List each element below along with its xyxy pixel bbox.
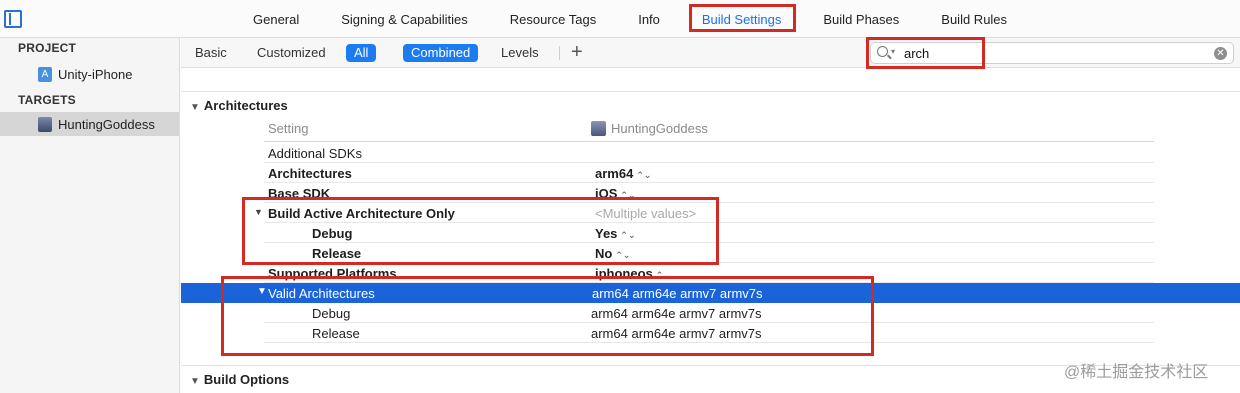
popup-stepper-icon: ⌃⌄ — [655, 270, 671, 280]
setting-row-active-arch-release[interactable]: Release No ⌃⌄ — [264, 243, 1154, 263]
setting-value: arm64 arm64e armv7 armv7s — [591, 306, 762, 321]
sidebar-toggle-icon[interactable] — [4, 10, 22, 28]
tab-build-phases[interactable]: Build Phases — [802, 12, 920, 27]
target-app-icon — [38, 116, 52, 132]
app-project-icon: A — [38, 66, 52, 82]
sidebar-item-label: Unity-iPhone — [58, 66, 133, 82]
editor-tab-bar: General Signing & Capabilities Resource … — [0, 0, 1240, 38]
group-architectures[interactable]: ▼ Architectures — [190, 98, 288, 113]
disclosure-down-icon: ▼ — [190, 376, 200, 387]
sidebar-item-target[interactable]: HuntingGoddess — [0, 112, 179, 136]
filter-divider — [559, 46, 560, 60]
setting-row-active-arch-debug[interactable]: Debug Yes ⌃⌄ — [264, 223, 1154, 243]
clear-search-icon[interactable]: ✕ — [1214, 47, 1227, 60]
setting-name: Valid Architectures — [268, 286, 375, 301]
popup-stepper-icon: ⌃⌄ — [620, 190, 636, 200]
setting-row-supported-platforms[interactable]: Supported Platforms iphoneos ⌃⌄ — [264, 263, 1154, 283]
setting-value: arm64 arm64e armv7 armv7s — [592, 286, 763, 301]
setting-name: Release — [312, 326, 360, 341]
setting-row-valid-arch-release[interactable]: Release arm64 arm64e armv7 armv7s — [264, 323, 1154, 343]
group-build-options[interactable]: ▼ Build Options — [190, 372, 289, 387]
filter-levels-button[interactable]: Levels — [501, 44, 539, 62]
group-title: Build Options — [203, 372, 290, 387]
tabs: General Signing & Capabilities Resource … — [232, 0, 1028, 38]
filter-customized-button[interactable]: Customized — [257, 44, 326, 62]
tab-info[interactable]: Info — [617, 12, 681, 27]
filter-basic-button[interactable]: Basic — [195, 44, 227, 62]
add-setting-button[interactable]: + — [571, 41, 583, 63]
column-target: HuntingGoddess — [591, 121, 708, 136]
setting-row-valid-arch-debug[interactable]: Debug arm64 arm64e armv7 armv7s — [264, 303, 1154, 323]
disclosure-down-icon: ▼ — [190, 102, 200, 113]
tab-build-settings[interactable]: Build Settings — [681, 12, 803, 27]
popup-stepper-icon: ⌃⌄ — [620, 230, 636, 240]
setting-value: arm64 arm64e armv7 armv7s — [591, 326, 762, 341]
filter-all-button[interactable]: All — [346, 44, 377, 62]
setting-value[interactable]: No ⌃⌄ — [595, 246, 630, 261]
build-settings-table: ▼ Architectures Setting HuntingGoddess Ad… — [181, 69, 1240, 393]
setting-value[interactable]: arm64 ⌃⌄ — [595, 166, 651, 181]
setting-value[interactable]: iphoneos ⌃⌄ — [595, 266, 671, 281]
setting-name: Base SDK — [268, 186, 331, 201]
sidebar-item-project[interactable]: A Unity-iPhone — [0, 62, 179, 86]
tab-resource-tags[interactable]: Resource Tags — [489, 12, 617, 27]
watermark: @稀土掘金技术社区 — [1064, 364, 1209, 381]
setting-name: Release — [312, 246, 362, 261]
project-section-header: PROJECT — [18, 41, 77, 55]
tab-signing-capabilities[interactable]: Signing & Capabilities — [320, 12, 488, 27]
chevron-down-icon: ▾ — [891, 47, 896, 56]
group-title: Architectures — [203, 98, 288, 113]
setting-value[interactable]: Yes ⌃⌄ — [595, 226, 636, 241]
disclosure-down-icon: ▼ — [254, 207, 263, 217]
setting-row-build-active-architecture-only[interactable]: ▼ Build Active Architecture Only <Multip… — [254, 203, 1154, 223]
popup-stepper-icon: ⌃⌄ — [636, 170, 652, 180]
target-app-icon — [591, 121, 606, 136]
project-navigator: PROJECT A Unity-iPhone TARGETS HuntingGo… — [0, 38, 180, 393]
setting-row-architectures[interactable]: Architectures arm64 ⌃⌄ — [264, 163, 1154, 183]
filter-combined-button[interactable]: Combined — [403, 44, 479, 62]
disclosure-down-icon: ▼ — [257, 286, 267, 297]
settings-filter-bar: Basic Customized All Combined Levels + ▾… — [181, 38, 1240, 68]
column-header-row: Setting HuntingGoddess — [264, 118, 1154, 142]
popup-stepper-icon: ⌃⌄ — [615, 250, 631, 260]
sidebar-item-label: HuntingGoddess — [58, 116, 155, 132]
search-input[interactable] — [904, 44, 1194, 62]
tab-build-rules[interactable]: Build Rules — [920, 12, 1028, 27]
setting-name: Debug — [312, 306, 351, 321]
setting-name: Debug — [312, 226, 353, 241]
tab-general[interactable]: General — [232, 12, 320, 27]
setting-value[interactable]: iOS ⌃⌄ — [595, 186, 636, 201]
targets-section-header: TARGETS — [18, 93, 76, 107]
group-divider — [181, 91, 1240, 92]
setting-row-base-sdk[interactable]: Base SDK iOS ⌃⌄ — [264, 183, 1154, 203]
setting-row-additional-sdks[interactable]: Additional SDKs — [264, 143, 1154, 163]
setting-name: Build Active Architecture Only — [268, 206, 455, 221]
setting-row-valid-architectures[interactable]: ▼ Valid Architectures arm64 arm64e armv7… — [181, 283, 1240, 303]
setting-name: Supported Platforms — [268, 266, 397, 281]
setting-name: Architectures — [268, 166, 352, 181]
column-setting: Setting — [268, 121, 309, 136]
setting-name: Additional SDKs — [268, 146, 362, 161]
search-icon — [877, 46, 888, 57]
setting-value: <Multiple values> — [595, 206, 697, 221]
search-field[interactable]: ▾ ✕ — [870, 42, 1234, 64]
